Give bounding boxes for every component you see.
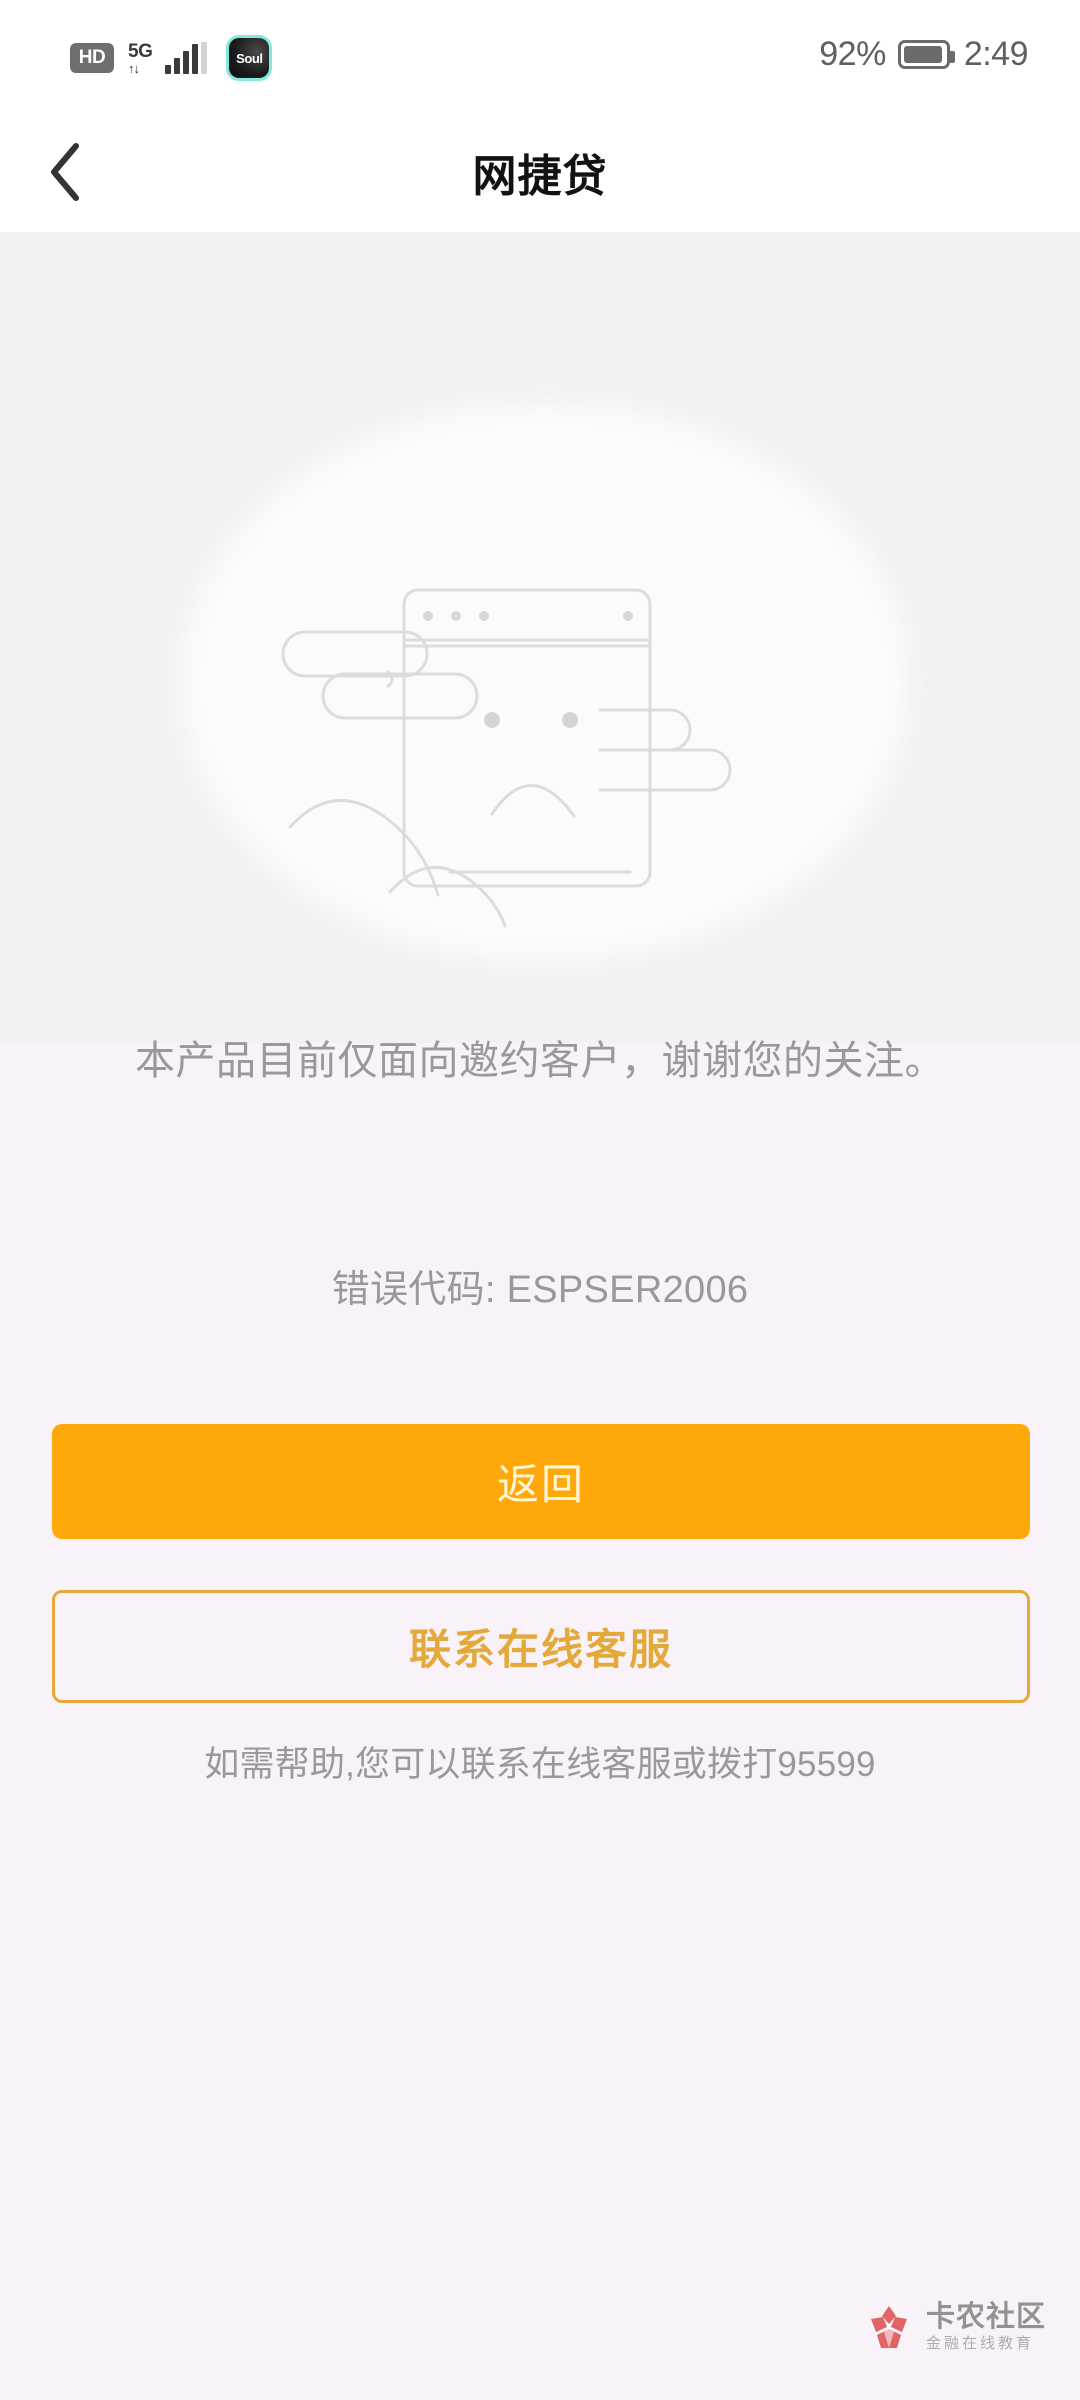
watermark-subtitle: 金融在线教育 <box>925 2334 1034 2352</box>
watermark-title: 卡农社区 <box>925 2301 1046 2334</box>
contact-online-support-button[interactable]: 联系在线客服 <box>52 1590 1030 1703</box>
signal-strength-icon <box>165 42 208 74</box>
status-bar-left-group: HD 5G ↑↓ Soul <box>70 36 270 80</box>
back-action-button[interactable]: 返回 <box>52 1424 1030 1539</box>
sad-browser-window-illustration <box>270 562 810 962</box>
page-title: 网捷贷 <box>472 152 608 201</box>
product-unavailable-message: 本产品目前仅面向邀约客户，谢谢您的关注。 <box>135 1039 945 1083</box>
message-area <box>0 1043 1080 2400</box>
network-type-label: 5G <box>128 40 153 62</box>
status-bar: HD 5G ↑↓ Soul 92% 2:49 <box>0 0 1080 112</box>
status-bar-clock: 2:49 <box>963 34 1029 73</box>
battery-percentage: 92% <box>819 34 886 73</box>
network-type-group: 5G ↑↓ <box>128 40 153 76</box>
battery-icon <box>897 39 955 69</box>
data-transfer-arrows-icon: ↑↓ <box>128 60 140 76</box>
soul-app-icon: Soul <box>229 38 270 78</box>
watermark-text: 卡农社区 金融在线教育 <box>926 2302 1046 2351</box>
hd-icon: HD <box>70 43 114 73</box>
error-code-text: 错误代码: ESPSER2006 <box>331 1269 749 1311</box>
watermark: 卡农社区 金融在线教育 <box>864 2302 1046 2352</box>
help-hint-text: 如需帮助,您可以联系在线客服或拨打95599 <box>204 1745 876 1784</box>
nav-bar: 网捷贷 <box>0 112 1080 232</box>
phone-screen: HD 5G ↑↓ Soul 92% 2:49 网捷贷 本产品目前仅面向邀约客户，… <box>0 0 1080 2400</box>
soul-app-icon-label: Soul <box>236 50 263 66</box>
status-bar-right-group: 92% 2:49 <box>819 28 1028 80</box>
battery-fill <box>903 45 942 63</box>
kanong-logo-icon <box>864 2302 914 2352</box>
illustration-area <box>0 232 1080 1043</box>
